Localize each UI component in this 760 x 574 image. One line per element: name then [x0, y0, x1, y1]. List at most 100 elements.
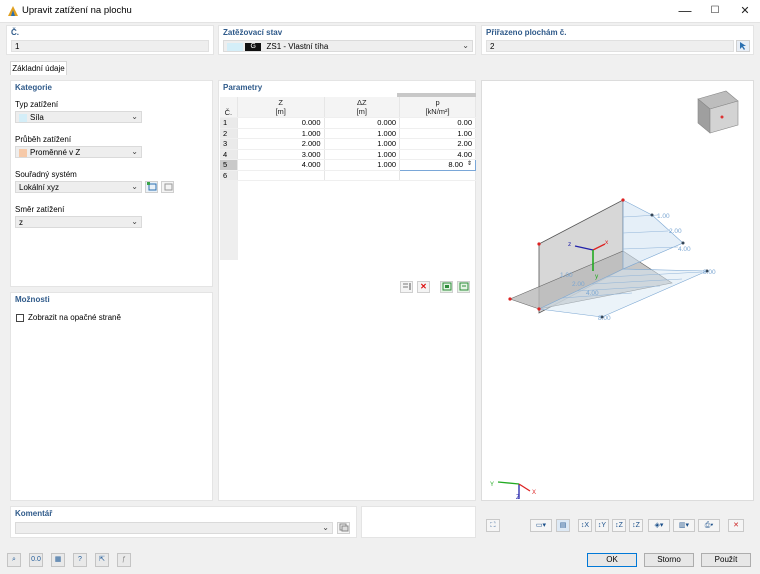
assigned-panel: Přiřazeno plochám č. 2	[481, 25, 754, 55]
reset-view-button[interactable]: ✕	[728, 519, 744, 532]
show-opposite-checkbox[interactable]	[16, 314, 24, 322]
units-button[interactable]: 0.0	[29, 553, 43, 567]
import-button[interactable]	[440, 281, 453, 293]
chevron-down-icon: ⌄	[131, 182, 138, 191]
parameters-panel: Parametry Č. Z [m] ΔZ [m] p [kN/m²] 1 0.000 0…	[218, 80, 476, 501]
number-field[interactable]: 1	[11, 40, 209, 52]
edit-coord-system-button[interactable]	[161, 181, 174, 193]
close-button[interactable]: ✕	[730, 0, 760, 22]
view-y-button[interactable]: ↕Y	[595, 519, 609, 532]
coord-system-select[interactable]: Lokální xyz ⌄	[15, 181, 142, 193]
view-cube-icon[interactable]	[697, 90, 739, 134]
table-row[interactable]: 3 2.000 1.000 2.00	[220, 138, 476, 150]
sort-rows-button[interactable]	[400, 281, 413, 293]
view-iso-icon: ↕Z	[632, 522, 640, 529]
table-row-selected[interactable]: 5 4.000 1.000 8.00 ⇕	[220, 159, 476, 171]
new-coord-system-button[interactable]	[145, 181, 158, 193]
svg-text:8.00: 8.00	[598, 315, 611, 322]
load-type-swatch	[19, 113, 27, 122]
render-mode-icon: ◈▾	[654, 522, 664, 529]
spinner-icon[interactable]: ⇕	[467, 160, 472, 167]
number-label: Č.	[11, 28, 19, 37]
search-button[interactable]: ⌕	[7, 553, 21, 567]
column-header-dz: ΔZ [m]	[324, 97, 401, 118]
maximize-button[interactable]: ☐	[700, 0, 730, 22]
chevron-down-icon: ⌄	[322, 523, 329, 532]
section-button[interactable]: ▥▾	[673, 519, 695, 532]
assigned-label: Přiřazeno plochám č.	[486, 28, 567, 37]
show-values-button[interactable]: ▤	[556, 519, 570, 532]
comment-title: Komentář	[15, 509, 53, 518]
tab-basic-data[interactable]: Základní údaje	[10, 61, 67, 75]
model-info-button[interactable]: ▦	[51, 553, 65, 567]
display-options-icon: ▭▾	[535, 522, 547, 529]
empty-panel	[361, 506, 476, 538]
svg-text:2.00: 2.00	[572, 281, 585, 288]
distribution-label: Průběh zatížení	[15, 135, 72, 144]
ok-button[interactable]: OK	[587, 553, 637, 567]
table-row[interactable]: 1 0.000 0.000 0.00	[220, 117, 476, 129]
cursor-icon	[740, 42, 746, 50]
svg-text:8.00: 8.00	[703, 269, 716, 276]
direction-select[interactable]: z ⌄	[15, 216, 142, 228]
column-header-p: p [kN/m²]	[399, 97, 476, 118]
loadcase-color-swatch	[227, 42, 243, 51]
model-view[interactable]: 1.00 2.00 4.00 8.00 1.00 2.00 4.00 8.00 …	[482, 81, 753, 500]
show-opposite-label: Zobrazit na opačné straně	[28, 313, 121, 322]
view-x-button[interactable]: ↕X	[578, 519, 592, 532]
p-edit-cell[interactable]: 8.00 ⇕	[399, 159, 476, 171]
table-row[interactable]: 4 3.000 1.000 4.00	[220, 149, 476, 160]
render-mode-button[interactable]: ◈▾	[648, 519, 670, 532]
section-icon: ▥▾	[678, 522, 690, 529]
comment-select[interactable]: ⌄	[15, 522, 333, 534]
info-icon: ▦	[54, 556, 62, 563]
delete-row-button[interactable]: ✕	[417, 281, 430, 293]
view-iso-button[interactable]: ↕Z	[629, 519, 643, 532]
category-panel: Kategorie Typ zatížení Síla ⌄ Průběh zat…	[10, 80, 213, 287]
table-row[interactable]: 2 1.000 1.000 1.00	[220, 128, 476, 139]
direction-label: Směr zatížení	[15, 205, 65, 214]
copy-icon	[339, 523, 348, 532]
print-button[interactable]: ⎙▾	[698, 519, 720, 532]
export-button[interactable]	[457, 281, 470, 293]
column-header-z: Z [m]	[237, 97, 325, 118]
coord-system-label: Souřadný systém	[15, 170, 77, 179]
view-y-icon: ↕Y	[597, 522, 607, 529]
load-type-select[interactable]: Síla ⌄	[15, 111, 142, 123]
svg-text:2.00: 2.00	[669, 228, 682, 235]
comment-panel: Komentář ⌄	[10, 506, 357, 538]
view-z-button[interactable]: ↕Z	[612, 519, 626, 532]
display-options-button[interactable]: ▭▾	[530, 519, 552, 532]
chevron-down-icon: ⌄	[131, 112, 138, 121]
edit-coordinate-icon	[164, 183, 172, 191]
table-row[interactable]: 6	[220, 170, 476, 181]
distribution-swatch	[19, 148, 27, 157]
coord-system-value: Lokální xyz	[19, 183, 60, 192]
view-fit-button[interactable]: ⛶	[486, 519, 500, 532]
apply-button[interactable]: Použít	[701, 553, 751, 567]
help-button[interactable]: ?	[73, 553, 87, 567]
view-x-icon: ↕X	[580, 522, 590, 529]
svg-text:4.00: 4.00	[678, 246, 691, 253]
table-header-row: Č. Z [m] ΔZ [m] p [kN/m²]	[220, 97, 476, 118]
assigned-field[interactable]: 2	[486, 40, 734, 52]
sort-icon	[402, 283, 410, 290]
select-button[interactable]: ⇱	[95, 553, 109, 567]
loadcase-select[interactable]: G ZS1 - Vlastní tíha ⌄	[223, 40, 473, 52]
import-icon	[442, 282, 451, 291]
load-type-value: Síla	[30, 113, 44, 122]
formula-button[interactable]: ƒ	[117, 553, 131, 567]
formula-icon: ƒ	[122, 556, 126, 563]
number-panel: Č. 1	[6, 25, 214, 55]
cancel-button[interactable]: Storno	[644, 553, 694, 567]
help-icon: ?	[78, 556, 82, 563]
delete-icon: ✕	[420, 282, 427, 291]
distribution-select[interactable]: Proměnné v Z ⌄	[15, 146, 142, 158]
minimize-button[interactable]: —	[670, 0, 700, 22]
svg-text:Z: Z	[516, 495, 520, 500]
view-z-icon: ↕Z	[615, 522, 623, 529]
viewport-panel: 1.00 2.00 4.00 8.00 1.00 2.00 4.00 8.00 …	[481, 80, 754, 501]
comment-library-button[interactable]	[337, 522, 350, 534]
export-icon	[459, 282, 468, 291]
pick-surface-button[interactable]	[736, 40, 750, 52]
